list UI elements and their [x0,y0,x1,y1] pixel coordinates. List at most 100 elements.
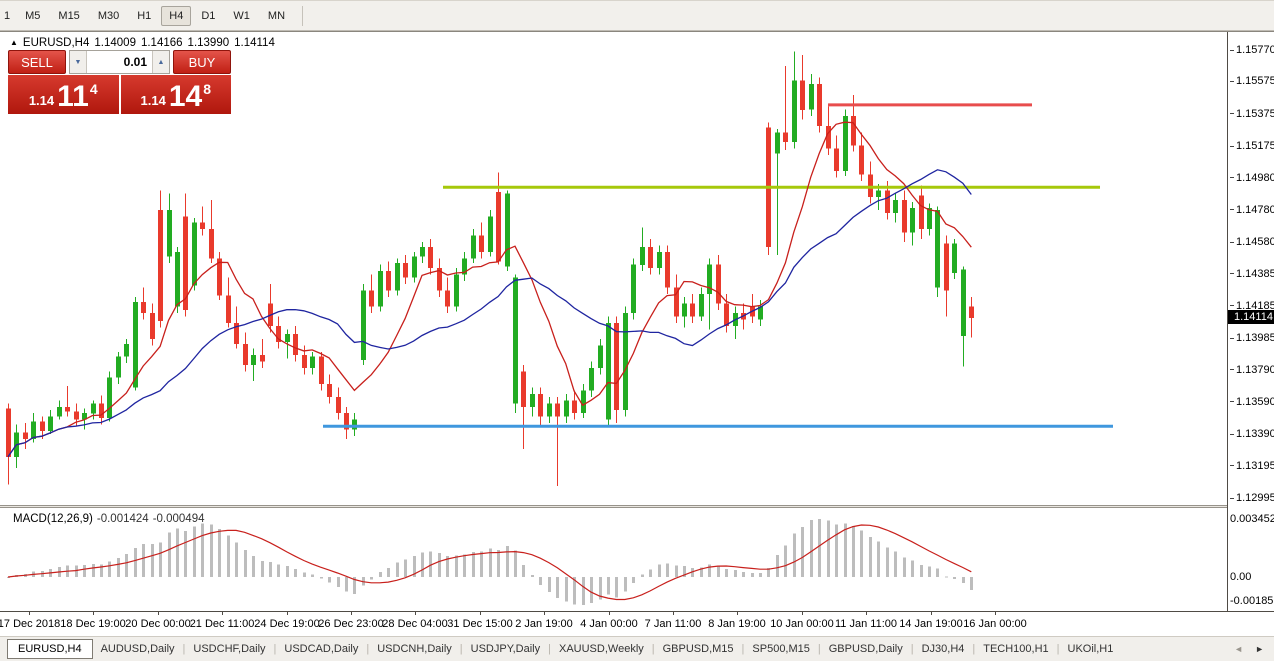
timeframe-button-1[interactable]: 1 [1,6,15,26]
chart-tab-usdjpy-daily[interactable]: USDJPY,Daily [463,640,549,658]
sell-button[interactable]: SELL [8,50,66,74]
candle-body [834,149,839,172]
chart-tab-audusd-daily[interactable]: AUDUSD,Daily [93,640,183,658]
price-tick-label: 1.15770 [1230,44,1274,56]
candle-body [445,291,450,307]
sell-price-point: 4 [90,81,98,97]
candle-body [336,397,341,413]
buy-price-display[interactable]: 1.14 14 8 [121,75,232,114]
price-tick-label: 1.12995 [1230,492,1274,504]
chart-tab-bar: EURUSD,H4AUDUSD,Daily|USDCHF,Daily|USDCA… [0,636,1274,661]
price-tick-mark [1230,113,1234,114]
candle-body [690,304,695,317]
price-tick-mark [1230,81,1234,82]
time-tick-label: 20 Dec 00:00 [125,618,190,630]
macd-bar [379,572,382,577]
candle-body [40,421,45,431]
chart-tab-usdcad-daily[interactable]: USDCAD,Daily [276,640,366,658]
chart-tab-gbpusd-m15[interactable]: GBPUSD,M15 [655,640,742,658]
macd-bar [725,569,728,577]
chart-tab-eurusd-h4[interactable]: EURUSD,H4 [7,639,93,659]
macd-bar [607,577,610,594]
macd-bar [497,550,500,577]
candle-body [614,323,619,410]
macd-bar [184,531,187,577]
candle-body [175,252,180,307]
time-tick-label: 4 Jan 00:00 [580,618,638,630]
macd-bar [159,543,162,578]
candle-body [488,216,493,252]
chart-tab-usdchf-daily[interactable]: USDCHF,Daily [185,640,273,658]
timeframe-button-H1[interactable]: H1 [129,6,159,26]
macd-bar [522,565,525,577]
volume-input[interactable] [87,51,152,73]
timeframe-button-H4[interactable]: H4 [161,6,191,26]
macd-bar [776,555,779,577]
timeframe-button-MN[interactable]: MN [260,6,293,26]
toolbar-separator [302,6,303,26]
timeframe-button-M15[interactable]: M15 [50,6,87,26]
macd-axis-label: 0.00 [1230,571,1251,583]
candle-body [496,192,501,261]
chart-tab-usdcnh-daily[interactable]: USDCNH,Daily [369,640,460,658]
candle-body [302,355,307,368]
candle-body [403,263,408,278]
timeframe-button-D1[interactable]: D1 [193,6,223,26]
candle-body [885,191,890,214]
tab-scroll-right-icon[interactable]: ► [1255,644,1264,654]
chart-tab-sp500-m15[interactable]: SP500,M15 [744,640,817,658]
buy-price-pips: 14 [169,82,202,112]
macd-name: MACD(12,26,9) [13,513,93,525]
price-tick-mark [1230,434,1234,435]
price-tick-mark [1230,465,1234,466]
chart-tab-dj30-h4[interactable]: DJ30,H4 [914,640,973,658]
macd-bar [801,527,804,577]
price-tick-label: 1.15375 [1230,108,1274,120]
time-tick-label: 26 Dec 23:00 [318,618,383,630]
macd-bar [328,577,331,582]
macd-bar [193,526,196,577]
volume-decrease-icon[interactable]: ▼ [70,51,87,73]
macd-bar [945,576,948,577]
candle-body [724,304,729,327]
macd-bar [472,552,475,577]
macd-bar [277,565,280,577]
candle-body [352,420,357,430]
time-tick-label: 16 Jan 00:00 [963,618,1027,630]
price-tick-mark [1230,401,1234,402]
chart-tab-tech100-h1[interactable]: TECH100,H1 [975,640,1056,658]
macd-bar [142,544,145,577]
chart-tab-xauusd-weekly[interactable]: XAUUSD,Weekly [551,640,652,658]
macd-bar [632,577,635,583]
candle-body [31,421,36,439]
timeframe-button-M5[interactable]: M5 [17,6,48,26]
macd-bar [151,544,154,577]
candle-body [361,291,366,360]
candle-body [910,208,915,232]
candle-body [876,191,881,198]
time-scale[interactable]: 17 Dec 201818 Dec 19:0020 Dec 00:0021 De… [0,611,1274,636]
candle-body [868,174,873,197]
macd-bar [235,542,238,577]
timeframe-button-W1[interactable]: W1 [225,6,258,26]
candle-body [293,334,298,355]
oneclick-collapse-icon[interactable]: ▲ [10,38,18,47]
tab-scroll-left-icon[interactable]: ◄ [1234,644,1243,654]
macd-bar [244,550,247,577]
macd-bar [108,562,111,577]
buy-button[interactable]: BUY [173,50,231,74]
timeframe-button-M30[interactable]: M30 [90,6,127,26]
candle-body [6,408,11,456]
price-tick-mark [1230,498,1234,499]
macd-bar [641,575,644,578]
buy-price-handle: 1.14 [141,93,166,108]
sell-price-display[interactable]: 1.14 11 4 [8,75,119,114]
volume-increase-icon[interactable]: ▲ [152,51,169,73]
chart-tab-gbpusd-daily[interactable]: GBPUSD,Daily [821,640,911,658]
macd-bar [506,546,509,577]
sell-price-pips: 11 [57,82,89,112]
candle-body [48,417,53,432]
macd-bar [818,519,821,577]
chart-tab-ukoil-h1[interactable]: UKOil,H1 [1060,640,1122,658]
candle-body [623,313,628,410]
